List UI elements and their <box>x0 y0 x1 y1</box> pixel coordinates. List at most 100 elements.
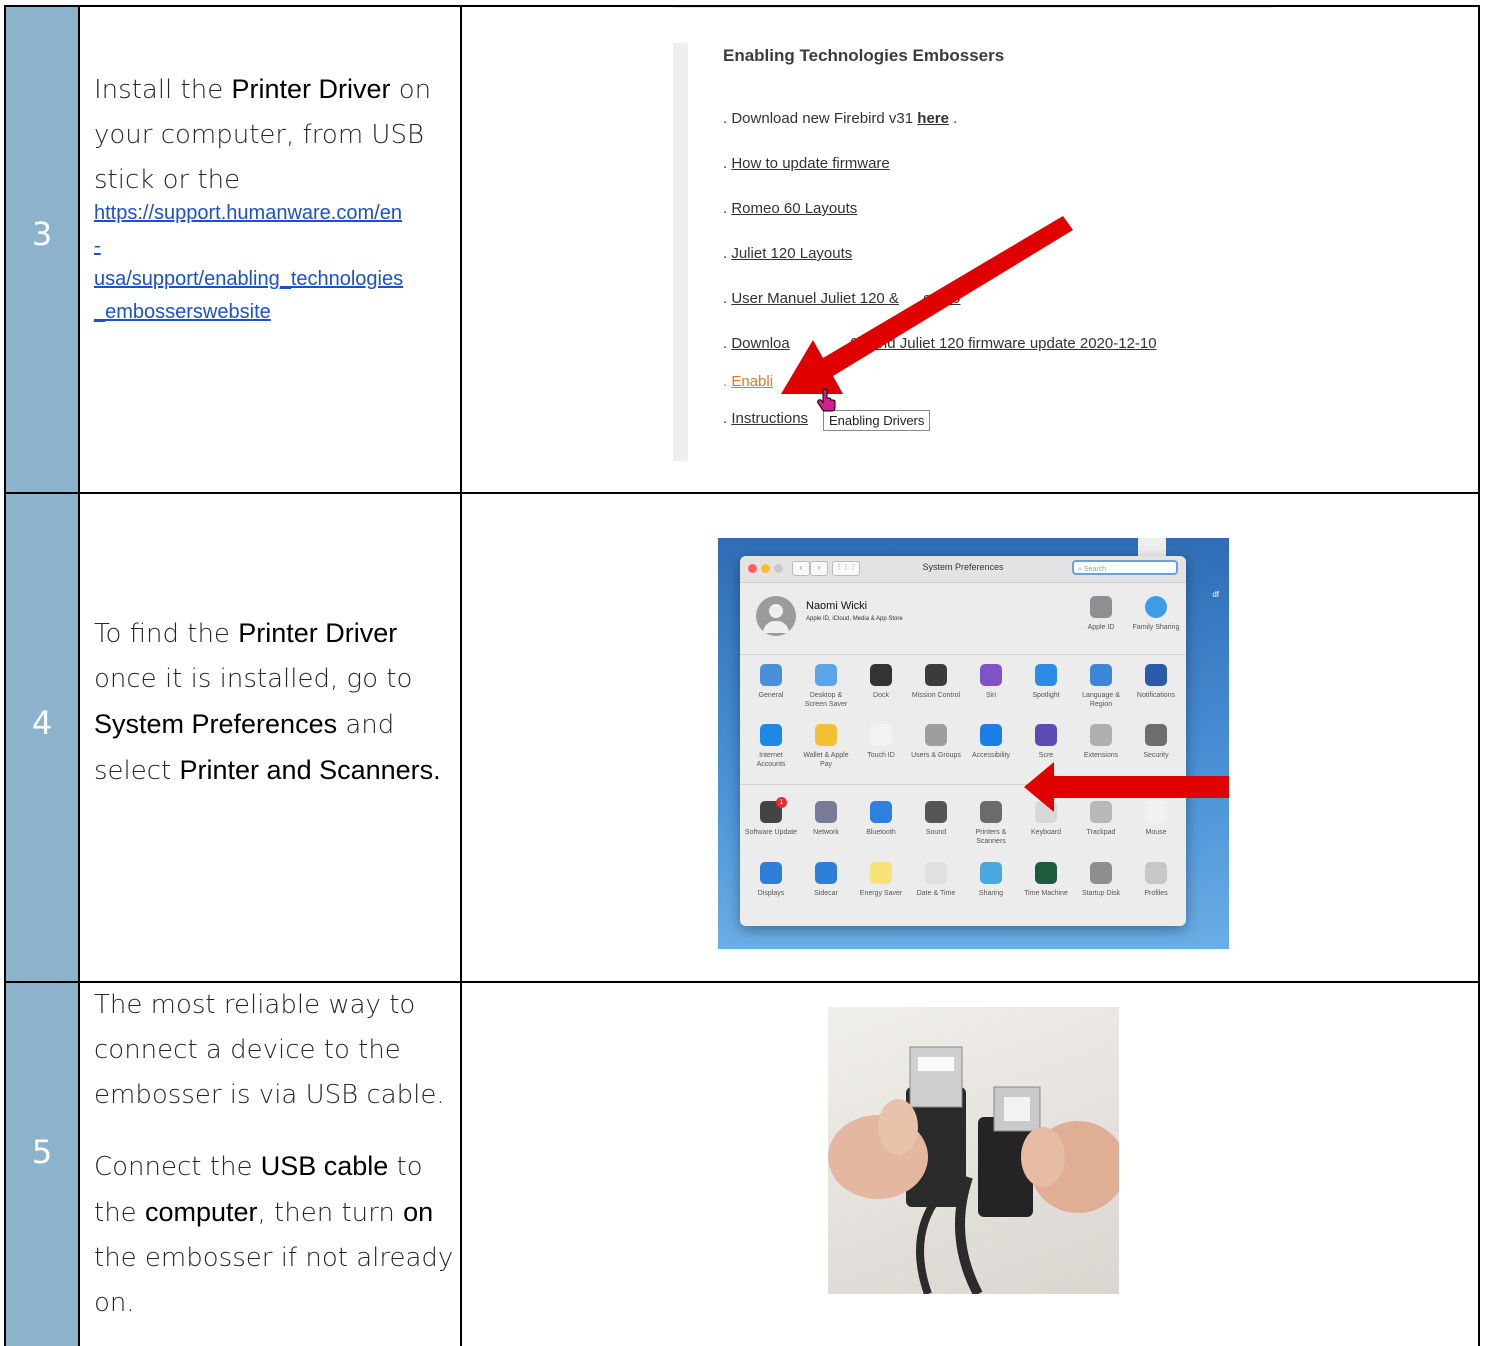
pref-label: Notifications <box>1136 692 1176 699</box>
download-firebird-link[interactable]: . Download new Firebird v31 here . <box>723 110 957 127</box>
pref-scre[interactable]: Scre <box>1019 724 1073 760</box>
pref-label: General <box>758 692 784 699</box>
pref-printers-scanners[interactable]: Printers & Scanners <box>964 801 1018 846</box>
search-input[interactable]: ⌕ Search <box>1072 560 1178 575</box>
sharing-icon <box>980 862 1002 884</box>
pref-touch-id[interactable]: Touch ID <box>854 724 908 760</box>
pref-label: Mouse <box>1145 829 1167 836</box>
link-line: https://support.humanware.com/en <box>94 202 402 224</box>
pref-displays[interactable]: Displays <box>744 862 798 898</box>
pref-label: Sidecar <box>814 890 838 897</box>
system-preferences-window: ‹ › ⋮⋮⋮ System Preferences ⌕ Search Naom… <box>740 556 1186 926</box>
pref-notifications[interactable]: Notifications <box>1129 664 1183 700</box>
page-sidebar-strip <box>673 43 688 461</box>
pref-wallet-apple-pay[interactable]: Wallet & Apple Pay <box>799 724 853 769</box>
touch-id-icon <box>870 724 892 746</box>
pref-software-update[interactable]: Software Update 1 <box>744 797 798 837</box>
pref-desktop-screen-saver[interactable]: Desktop & Screen Saver <box>799 664 853 709</box>
pref-internet-accounts[interactable]: Internet Accounts <box>744 724 798 769</box>
pref-apple-id[interactable]: Apple ID <box>1074 596 1128 632</box>
step-number-cell: 5 <box>6 983 80 1346</box>
instruction-paragraph-2: Connect the USB cable to the computer, t… <box>94 1151 454 1318</box>
energy-saver-icon <box>870 862 892 884</box>
title-bar: ‹ › ⋮⋮⋮ System Preferences ⌕ Search <box>740 556 1186 583</box>
dock-icon <box>870 664 892 686</box>
pref-spotlight[interactable]: Spotlight <box>1019 664 1073 700</box>
tooltip: Enabling Drivers <box>823 410 931 431</box>
update-firmware-link[interactable]: . How to update firmware <box>723 155 890 172</box>
instruction-cell: The most reliable way to connect a devic… <box>80 983 462 1346</box>
pref-label: Profiles <box>1144 890 1168 897</box>
pref-energy-saver[interactable]: Energy Saver <box>854 862 908 898</box>
usb-cable-photo <box>828 1007 1119 1294</box>
instruction-text: To find the Printer Driver once it is in… <box>94 618 441 786</box>
profiles-icon <box>1145 862 1167 884</box>
pref-bluetooth[interactable]: Bluetooth <box>854 801 908 837</box>
pref-accessibility[interactable]: Accessibility <box>964 724 1018 760</box>
table-row-step-5: 5 The most reliable way to connect a dev… <box>4 981 1480 1346</box>
pref-label: Mission Control <box>911 692 961 699</box>
pref-label: Accessibility <box>971 752 1011 759</box>
bluetooth-icon <box>870 801 892 823</box>
photo-cell <box>462 983 1478 1346</box>
pref-label: Software Update <box>744 829 798 836</box>
avatar[interactable] <box>756 596 796 636</box>
search-icon: ⌕ <box>1078 566 1082 573</box>
step-number-cell: 3 <box>6 7 80 494</box>
pref-family-sharing[interactable]: Family Sharing <box>1129 596 1183 632</box>
screenshot-cell: df ‹ › ⋮⋮⋮ System Preferences ⌕ Search N… <box>462 494 1478 983</box>
pref-sound[interactable]: Sound <box>909 801 963 837</box>
desktop-screen-saver-icon <box>815 664 837 686</box>
pref-siri[interactable]: Siri <box>964 664 1018 700</box>
update-badge: 1 <box>776 797 787 808</box>
red-arrow-icon <box>781 216 1073 394</box>
pref-network[interactable]: Network <box>799 801 853 837</box>
pref-label: Spotlight <box>1032 692 1060 699</box>
time-machine-icon <box>1035 862 1057 884</box>
link-line: usa/support/enabling_technologies <box>94 268 404 290</box>
instruction-paragraph-1: The most reliable way to connect a devic… <box>94 990 445 1110</box>
pref-startup-disk[interactable]: Startup Disk <box>1074 862 1128 898</box>
hand-cursor-icon <box>817 388 836 412</box>
pref-label: Sound <box>925 829 947 836</box>
pref-label: Printers & Scanners <box>975 829 1007 845</box>
pref-general[interactable]: General <box>744 664 798 700</box>
pref-sidecar[interactable]: Sidecar <box>799 862 853 898</box>
pref-label: Trackpad <box>1086 829 1116 836</box>
screenshot-cell: Enabling Technologies Embossers . Downlo… <box>462 7 1478 494</box>
pref-label: Displays <box>757 890 785 897</box>
pref-mission-control[interactable]: Mission Control <box>909 664 963 700</box>
pref-time-machine[interactable]: Time Machine <box>1019 862 1073 898</box>
pref-sharing[interactable]: Sharing <box>964 862 1018 898</box>
instruction-cell: Install the Printer Driver on your compu… <box>80 7 462 494</box>
pref-dock[interactable]: Dock <box>854 664 908 700</box>
instruction-text: Install the Printer Driver on your compu… <box>94 67 454 329</box>
step-number-cell: 4 <box>6 494 80 983</box>
date-time-icon <box>925 862 947 884</box>
pref-label: Touch ID <box>867 752 895 759</box>
pref-label: Language & Region <box>1082 692 1120 708</box>
instructions-link[interactable]: . Instructions <box>723 410 808 427</box>
table-row-step-3: 3 Install the Printer Driver on your com… <box>4 5 1480 494</box>
pref-profiles[interactable]: Profiles <box>1129 862 1183 898</box>
startup-disk-icon <box>1090 862 1112 884</box>
accessibility-icon <box>980 724 1002 746</box>
pref-label: Security <box>1143 752 1169 759</box>
pref-users-groups[interactable]: Users & Groups <box>909 724 963 760</box>
pref-extensions[interactable]: Extensions <box>1074 724 1128 760</box>
sidecar-icon <box>815 862 837 884</box>
pref-label: Desktop & Screen Saver <box>804 692 848 708</box>
support-website-link[interactable]: https://support.humanware.com/en - usa/s… <box>94 197 454 329</box>
pref-date-time[interactable]: Date & Time <box>909 862 963 898</box>
pref-label: Dock <box>873 692 889 699</box>
pref-language-region[interactable]: Language & Region <box>1074 664 1128 709</box>
pref-security[interactable]: Security <box>1129 724 1183 760</box>
pref-label: Wallet & Apple Pay <box>803 752 849 768</box>
pref-label: Users & Groups <box>911 752 961 759</box>
divider <box>740 654 1186 655</box>
red-arrow-icon <box>1024 762 1229 812</box>
family-sharing-icon <box>1145 596 1167 618</box>
spotlight-icon <box>1035 664 1057 686</box>
text-segment: Install the <box>94 75 232 105</box>
desktop-file-label: df <box>1212 590 1219 599</box>
